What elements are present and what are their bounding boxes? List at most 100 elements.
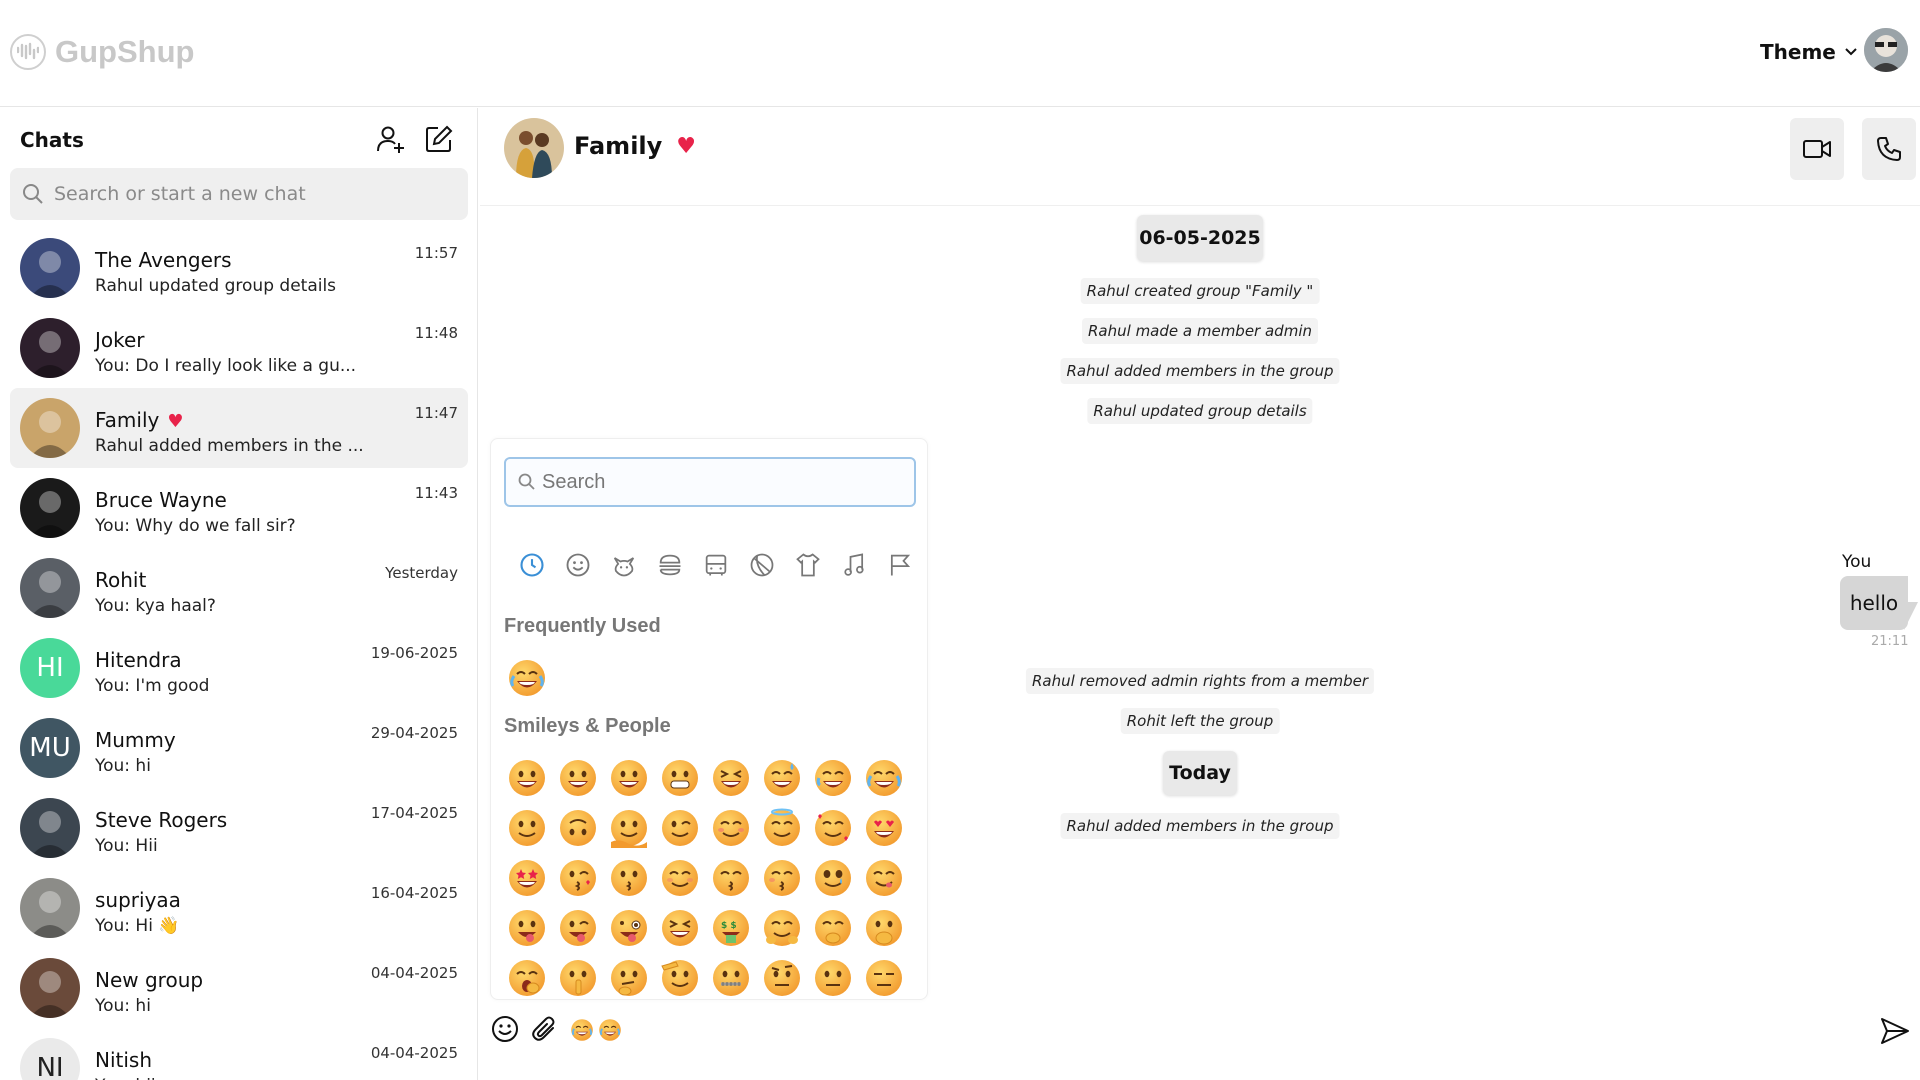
emoji-halo[interactable] (756, 803, 807, 853)
emoji-category-cat[interactable] (601, 549, 647, 581)
chat-name-text: Rohit (95, 568, 147, 592)
attach-button[interactable] (528, 1012, 562, 1046)
emoji-button[interactable] (488, 1012, 522, 1046)
emoji-squint[interactable] (654, 903, 705, 953)
emoji-rofl[interactable] (807, 753, 858, 803)
emoji-zipper[interactable] (705, 953, 756, 999)
emoji-tongue[interactable] (501, 903, 552, 953)
chat-time: 19-06-2025 (370, 644, 458, 662)
chat-avatar (20, 878, 80, 938)
emoji-joy[interactable] (858, 753, 909, 803)
emoji-hug[interactable] (756, 903, 807, 953)
app-logo[interactable]: GupShup (10, 34, 194, 70)
profile-avatar[interactable] (1864, 28, 1908, 72)
chat-item[interactable]: Joker You: Do I really look like a gu... 1… (10, 308, 468, 388)
emoji-kiss3[interactable] (705, 853, 756, 903)
chat-preview: You: hi (95, 996, 151, 1016)
chat-item[interactable]: Bruce Wayne You: Why do we fall sir? 11:43 (10, 468, 468, 548)
heart-icon: ♥ (676, 133, 697, 159)
emoji-blush[interactable] (705, 803, 756, 853)
chat-preview: Rahul updated group details (95, 276, 337, 296)
emoji-squint[interactable] (705, 753, 756, 803)
chat-list: The Avengers Rahul updated group details 1… (10, 228, 468, 1080)
chat-item[interactable]: New group You: hi 04-04-2025 (10, 948, 468, 1028)
emoji-wink[interactable] (654, 803, 705, 853)
emoji-category-smiley[interactable] (555, 549, 601, 581)
emoji-category-music[interactable] (831, 549, 877, 581)
emoji-tongue2[interactable] (552, 903, 603, 953)
chat-search[interactable] (10, 168, 468, 220)
group-avatar[interactable] (504, 118, 564, 178)
chat-item[interactable]: Rohit You: kya haal? Yesterday (10, 548, 468, 628)
emoji-category-bar (509, 549, 923, 581)
chat-item[interactable]: supriyaa You: Hi 👋 16-04-2025 (10, 868, 468, 948)
chat-item[interactable]: Steve Rogers You: Hii 17-04-2025 (10, 788, 468, 868)
emoji-hearts[interactable] (807, 803, 858, 853)
emoji-grin[interactable] (501, 753, 552, 803)
emoji-neutral[interactable] (807, 953, 858, 999)
theme-dropdown[interactable]: Theme (1760, 40, 1858, 64)
chat-item[interactable]: NI Nitish You: hii 04-04-2025 (10, 1028, 468, 1080)
emoji-smile[interactable] (501, 803, 552, 853)
emoji-melt[interactable] (603, 803, 654, 853)
search-icon (23, 184, 43, 204)
chat-search-input[interactable] (54, 183, 454, 205)
emoji-hearteyes[interactable] (858, 803, 909, 853)
emoji-zany[interactable] (603, 903, 654, 953)
emoji-eyebrow[interactable] (756, 953, 807, 999)
chat-item[interactable]: Family ♥ Rahul added members in the ... 11:… (10, 388, 468, 468)
new-chat-button[interactable] (422, 122, 456, 156)
emoji-grin[interactable] (552, 753, 603, 803)
emoji-category-shirt[interactable] (785, 549, 831, 581)
avatar-initials: MU (29, 733, 71, 763)
send-button[interactable] (1876, 1012, 1914, 1050)
emoji-search-input[interactable] (542, 470, 902, 494)
emoji-category-ball[interactable] (739, 549, 785, 581)
logo-icon (10, 34, 46, 70)
emoji-kiss[interactable] (552, 853, 603, 903)
emoji-salute[interactable] (654, 953, 705, 999)
emoji-category-burger[interactable] (647, 549, 693, 581)
burger-icon (659, 554, 681, 576)
smiley-icon (566, 553, 590, 577)
add-contact-button[interactable] (374, 122, 408, 156)
emoji-tear[interactable] (807, 853, 858, 903)
chat-item[interactable]: MU Mummy You: hi 29-04-2025 (10, 708, 468, 788)
emoji-grimace[interactable] (654, 753, 705, 803)
emoji-joy[interactable] (501, 653, 552, 703)
chat-avatar: HI (20, 638, 80, 698)
emoji-category-bus[interactable] (693, 549, 739, 581)
chat-item[interactable]: The Avengers Rahul updated group details 1… (10, 228, 468, 308)
emoji-expressionless[interactable] (858, 953, 909, 999)
system-message: Rahul removed admin rights from a member (1025, 668, 1375, 694)
emoji-yawn[interactable] (501, 953, 552, 999)
emoji-relaxed[interactable] (654, 853, 705, 903)
video-call-button[interactable] (1790, 118, 1844, 180)
emoji-kiss2[interactable] (603, 853, 654, 903)
smileys-label: Smileys & People (504, 715, 671, 737)
emoji-money[interactable]: $ $ (705, 903, 756, 953)
outgoing-message-bubble[interactable]: hello (1840, 576, 1908, 630)
emoji-search[interactable] (504, 457, 916, 507)
emoji-star[interactable] (501, 853, 552, 903)
emoji-upside[interactable] (552, 803, 603, 853)
emoji-category-flag[interactable] (877, 549, 923, 581)
emoji-grin[interactable] (603, 753, 654, 803)
heart-icon: ♥ (167, 411, 184, 432)
chat-name-text: New group (95, 968, 204, 992)
emoji-hand[interactable] (807, 903, 858, 953)
chat-preview: Rahul added members in the ... (95, 436, 364, 456)
chat-time: 04-04-2025 (370, 964, 458, 982)
emoji-category-recent[interactable] (509, 549, 555, 581)
voice-call-button[interactable] (1862, 118, 1916, 180)
emoji-peek[interactable] (858, 903, 909, 953)
chat-item[interactable]: HI Hitendra You: I'm good 19-06-2025 (10, 628, 468, 708)
emoji-think[interactable] (603, 953, 654, 999)
chat-name-text: Family (95, 408, 160, 432)
emoji-yum[interactable] (858, 853, 909, 903)
bus-icon (705, 554, 727, 576)
message-input[interactable] (570, 1018, 626, 1042)
emoji-sweat[interactable] (756, 753, 807, 803)
emoji-kiss4[interactable] (756, 853, 807, 903)
emoji-shush[interactable] (552, 953, 603, 999)
